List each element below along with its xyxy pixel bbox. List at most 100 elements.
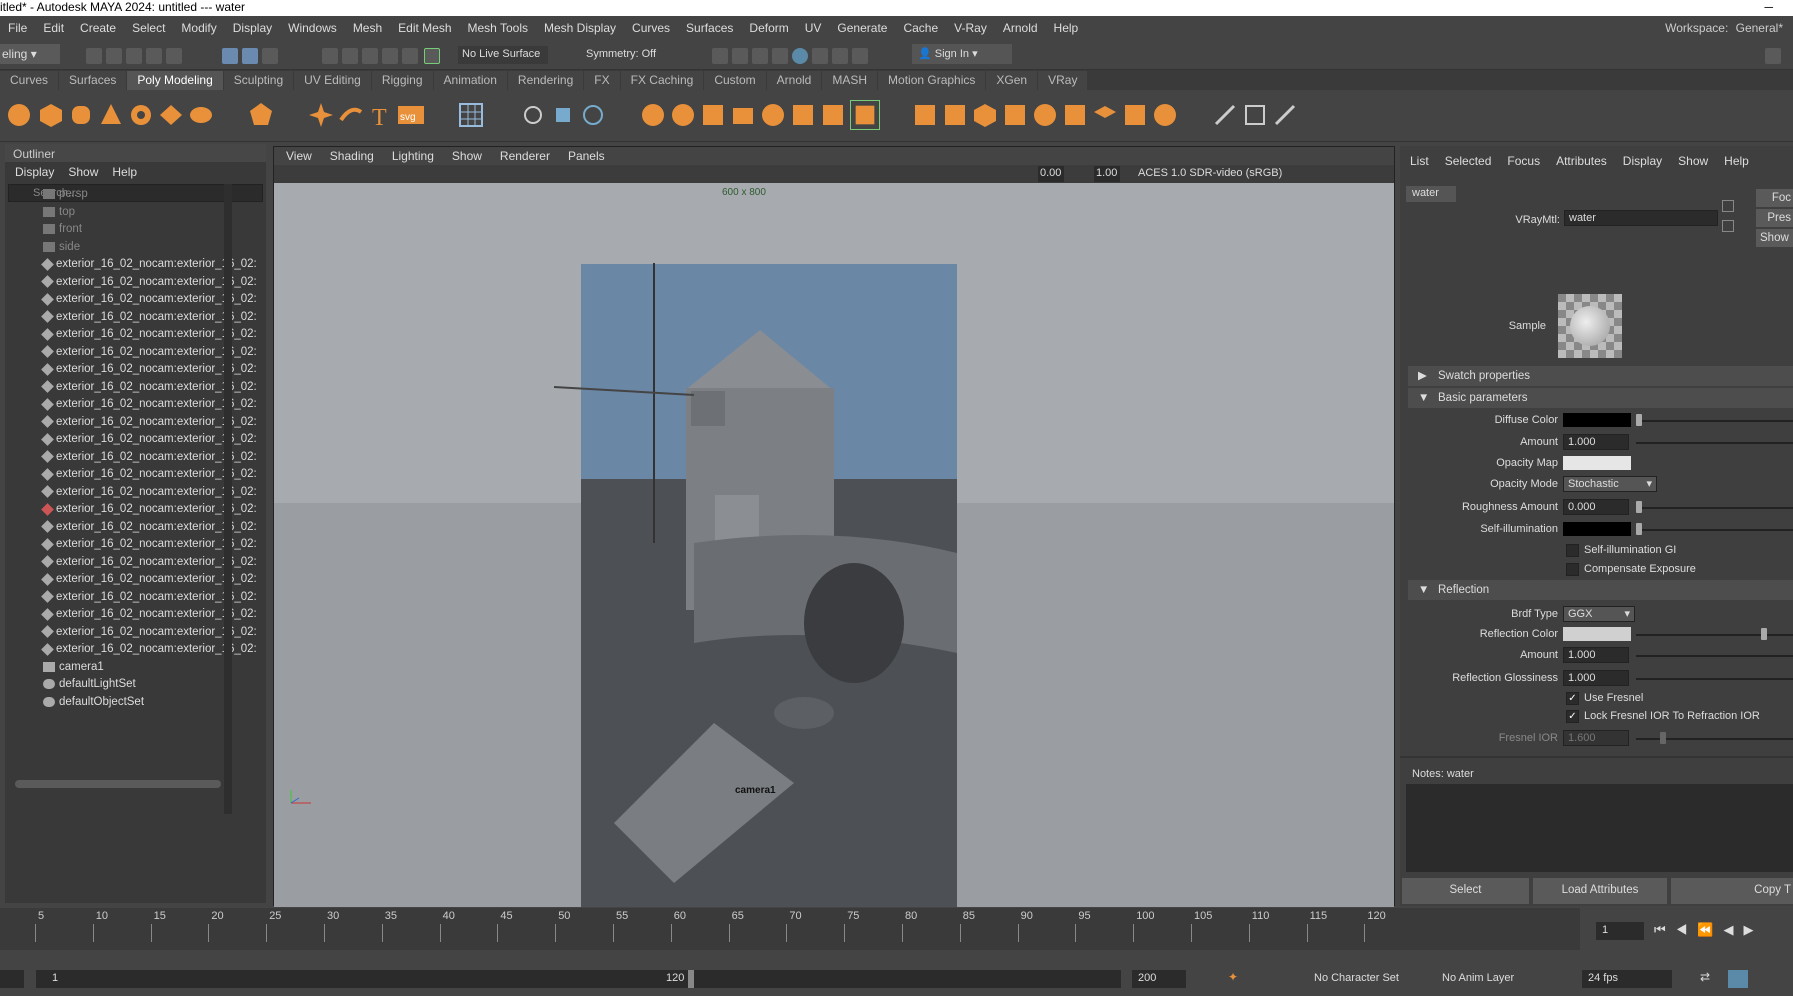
extrude-icon[interactable] [638,100,668,130]
brdf-dropdown[interactable]: GGX ▾ [1563,606,1635,622]
boolean-icon[interactable] [940,100,970,130]
loop-icon[interactable]: ⇄ [1700,970,1716,986]
attr-menu-selected[interactable]: Selected [1445,154,1492,168]
make-live-icon[interactable] [424,48,440,64]
snap-view-icon[interactable] [382,48,398,64]
retopo-icon[interactable] [1150,100,1180,130]
fresnel-ior-slider-thumb[interactable] [1660,732,1666,744]
quadrangulate-icon[interactable] [1000,100,1030,130]
triangulate-icon[interactable] [1060,100,1090,130]
menu-item-mesh[interactable]: Mesh [345,21,390,35]
append-icon[interactable] [728,100,758,130]
super-shape-icon[interactable] [306,100,336,130]
mirror-icon[interactable] [910,100,940,130]
time-slider[interactable]: 5 10 15 20 25 30 35 40 45 50 55 60 65 70 75 80 85 90 95 100… [0,908,1793,958]
presets-button[interactable]: Pres [1756,209,1793,227]
remesh-icon[interactable] [1120,100,1150,130]
poly-disc-icon[interactable] [186,100,216,130]
roughness-slider-thumb[interactable] [1636,501,1642,513]
attr-menu-display[interactable]: Display [1623,154,1662,168]
menu-item-file[interactable]: File [0,21,35,35]
menu-item-v-ray[interactable]: V-Ray [946,21,995,35]
svg-tool-icon[interactable]: svg [396,100,426,130]
lock-fresnel-checkbox[interactable]: ✓ [1566,710,1579,723]
refl-color-slider-thumb[interactable] [1761,628,1767,640]
viewport-menu-panels[interactable]: Panels [568,149,605,163]
copy-tab-button[interactable]: Copy T [1671,878,1793,904]
refl-gloss-slider-track[interactable] [1636,678,1793,680]
vray-render-icon[interactable] [832,48,848,64]
settings-icon[interactable] [1765,48,1781,64]
sculpt-tool-icon[interactable] [1270,100,1300,130]
shelf-tab-vray[interactable]: VRay [1038,71,1088,90]
shelf-tab-rendering[interactable]: Rendering [507,71,584,90]
swatch-section[interactable]: ▶ Swatch properties [1408,366,1793,386]
outliner-extra-item[interactable]: defaultObjectSet [43,692,144,712]
sweep-mesh-icon[interactable] [336,100,366,130]
fresnel-ior-field[interactable]: 1.600 [1563,730,1629,746]
end-time-field[interactable]: 200 [1132,970,1186,988]
undo-icon[interactable] [146,48,162,64]
viewport-field-2[interactable]: 1.00 [1094,166,1120,182]
presets-icon[interactable] [1722,220,1734,232]
focus-button[interactable]: Foc [1756,189,1793,207]
shelf-tab-motion-graphics[interactable]: Motion Graphics [878,71,986,90]
mode-dropdown[interactable]: eling ▾ [0,44,60,64]
edge-loop-icon[interactable] [850,100,880,130]
reflection-section[interactable]: ▼ Reflection [1408,580,1793,600]
shelf-tab-fx-caching[interactable]: FX Caching [620,71,704,90]
menu-item-windows[interactable]: Windows [280,21,345,35]
diffuse-slider-thumb[interactable] [1636,414,1642,426]
menu-item-help[interactable]: Help [1046,21,1087,35]
menu-item-deform[interactable]: Deform [741,21,796,35]
refl-color-swatch[interactable] [1563,627,1631,641]
sphere-wire-icon[interactable] [1030,100,1060,130]
menu-item-curves[interactable]: Curves [624,21,678,35]
colorspace-dropdown[interactable]: ACES 1.0 SDR-video (sRGB) [1134,166,1294,182]
menu-item-mesh-tools[interactable]: Mesh Tools [460,21,536,35]
open-scene-icon[interactable] [106,48,122,64]
compensate-exposure-checkbox[interactable] [1566,563,1579,576]
snap-point-icon[interactable] [362,48,378,64]
poly-cube-icon[interactable] [36,100,66,130]
uv-editor-icon[interactable] [456,100,486,130]
menu-item-arnold[interactable]: Arnold [995,21,1046,35]
viewport-menu-lighting[interactable]: Lighting [392,149,434,163]
roughness-field[interactable]: 0.000 [1563,499,1629,515]
menu-item-generate[interactable]: Generate [829,21,895,35]
shelf-tab-rigging[interactable]: Rigging [371,71,433,90]
notes-textarea[interactable] [1406,784,1793,872]
start-time-field[interactable] [0,970,24,988]
diffuse-slider-track[interactable] [1636,420,1793,422]
outliner-scrollbar[interactable] [224,184,232,814]
current-frame-field[interactable]: 1 [1596,922,1644,940]
attr-menu-list[interactable]: List [1410,154,1429,168]
show-button[interactable]: Show [1756,229,1793,247]
reduce-icon[interactable] [970,100,1000,130]
menu-item-surfaces[interactable]: Surfaces [678,21,741,35]
separate-icon[interactable] [548,100,578,130]
range-end-handle[interactable] [688,970,694,988]
shelf-tab-surfaces[interactable]: Surfaces [59,71,127,90]
attr-menu-focus[interactable]: Focus [1507,154,1540,168]
layers-icon[interactable] [1090,100,1120,130]
select-button[interactable]: Select [1402,878,1529,904]
basic-section[interactable]: ▼ Basic parameters [1408,388,1793,408]
shelf-tab-sculpting[interactable]: Sculpting [223,71,294,90]
workspace-selector[interactable]: Workspace: General* [1665,21,1783,35]
combine-icon[interactable] [518,100,548,130]
menu-item-select[interactable]: Select [124,21,173,35]
opacity-mode-dropdown[interactable]: Stochastic ▾ [1563,476,1657,492]
shelf-tab-xgen[interactable]: XGen [986,71,1038,90]
snap-curve-icon[interactable] [342,48,358,64]
key-prefs-icon[interactable] [1728,970,1748,988]
shelf-tab-fx[interactable]: FX [584,71,620,90]
node-name-field[interactable]: water [1564,210,1718,226]
attr-menu-attributes[interactable]: Attributes [1556,154,1607,168]
target-weld-icon[interactable] [818,100,848,130]
pen-tool-icon[interactable] [1210,100,1240,130]
new-scene-icon[interactable] [86,48,102,64]
self-illum-swatch[interactable] [1563,522,1631,536]
poly-sphere-icon[interactable] [4,100,34,130]
refl-color-slider-track[interactable] [1636,634,1793,636]
